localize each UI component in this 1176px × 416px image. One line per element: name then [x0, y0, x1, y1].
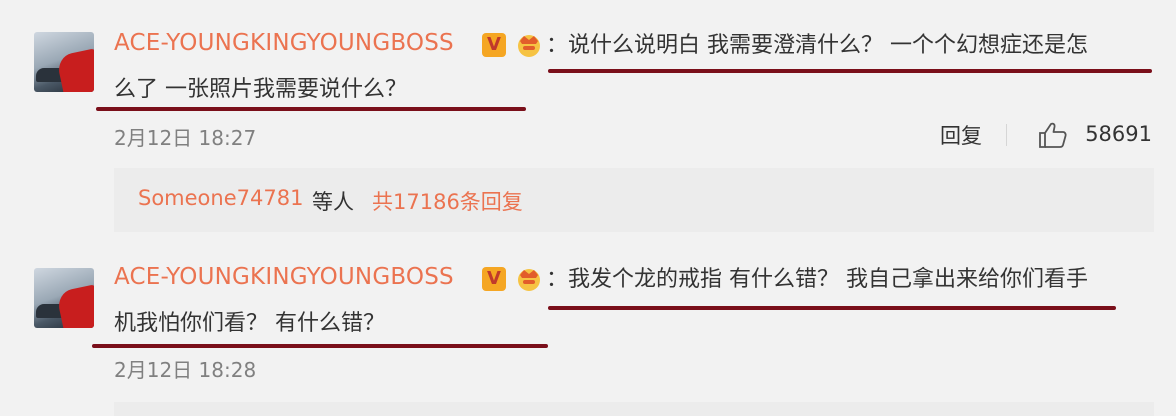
- comment-text: ：说什么说明白 我需要澄清什么？ 一个个幻想症还是怎 么了 一张照片我需要说什么…: [114, 24, 1144, 112]
- comment-text-line-1: 说什么说明白 我需要澄清什么？ 一个个幻想症还是怎: [568, 33, 1089, 58]
- comment-text-line-1: 我发个龙的戒指 有什么错？ 我自己拿出来给你们看手: [568, 267, 1089, 292]
- comment-text: ：我发个龙的戒指 有什么错？ 我自己拿出来给你们看手 机我怕你们看？ 有什么错？: [114, 258, 1144, 346]
- avatar[interactable]: [34, 32, 94, 92]
- reply-summary[interactable]: Someone74781 等人 共17186条回复: [114, 168, 1154, 232]
- comment-timestamp: 2月12日 18:27: [114, 126, 257, 150]
- reply-user-link[interactable]: Someone74781: [138, 186, 303, 210]
- reply-button[interactable]: 回复: [940, 120, 982, 150]
- comment-text-line-2: 么了 一张照片我需要说什么？: [114, 77, 407, 102]
- total-replies-link[interactable]: 共17186条回复: [372, 186, 523, 216]
- red-underline-mark: [548, 69, 1152, 73]
- reply-summary-text: 等人: [312, 190, 354, 214]
- avatar-flag-shape: [55, 284, 94, 328]
- avatar[interactable]: [34, 268, 94, 328]
- like-button[interactable]: 58691: [1032, 120, 1152, 150]
- comment-2: ACE-YOUNGKINGYOUNGBOSS V ：我发个龙的戒指 有什么错？ …: [0, 250, 1176, 416]
- avatar-flag-shape: [55, 48, 94, 92]
- reply-area-edge: [114, 402, 1154, 416]
- red-underline-mark: [92, 344, 548, 348]
- comment-actions: 回复 58691: [852, 120, 1152, 150]
- thumbs-up-icon: [1039, 122, 1067, 148]
- red-underline-mark: [96, 107, 526, 111]
- divider: [1006, 124, 1007, 146]
- like-count: 58691: [1085, 122, 1152, 146]
- red-underline-mark: [548, 306, 1116, 310]
- comment-1: ACE-YOUNGKINGYOUNGBOSS V ：说什么说明白 我需要澄清什么…: [0, 0, 1176, 250]
- comment-timestamp: 2月12日 18:28: [114, 358, 257, 382]
